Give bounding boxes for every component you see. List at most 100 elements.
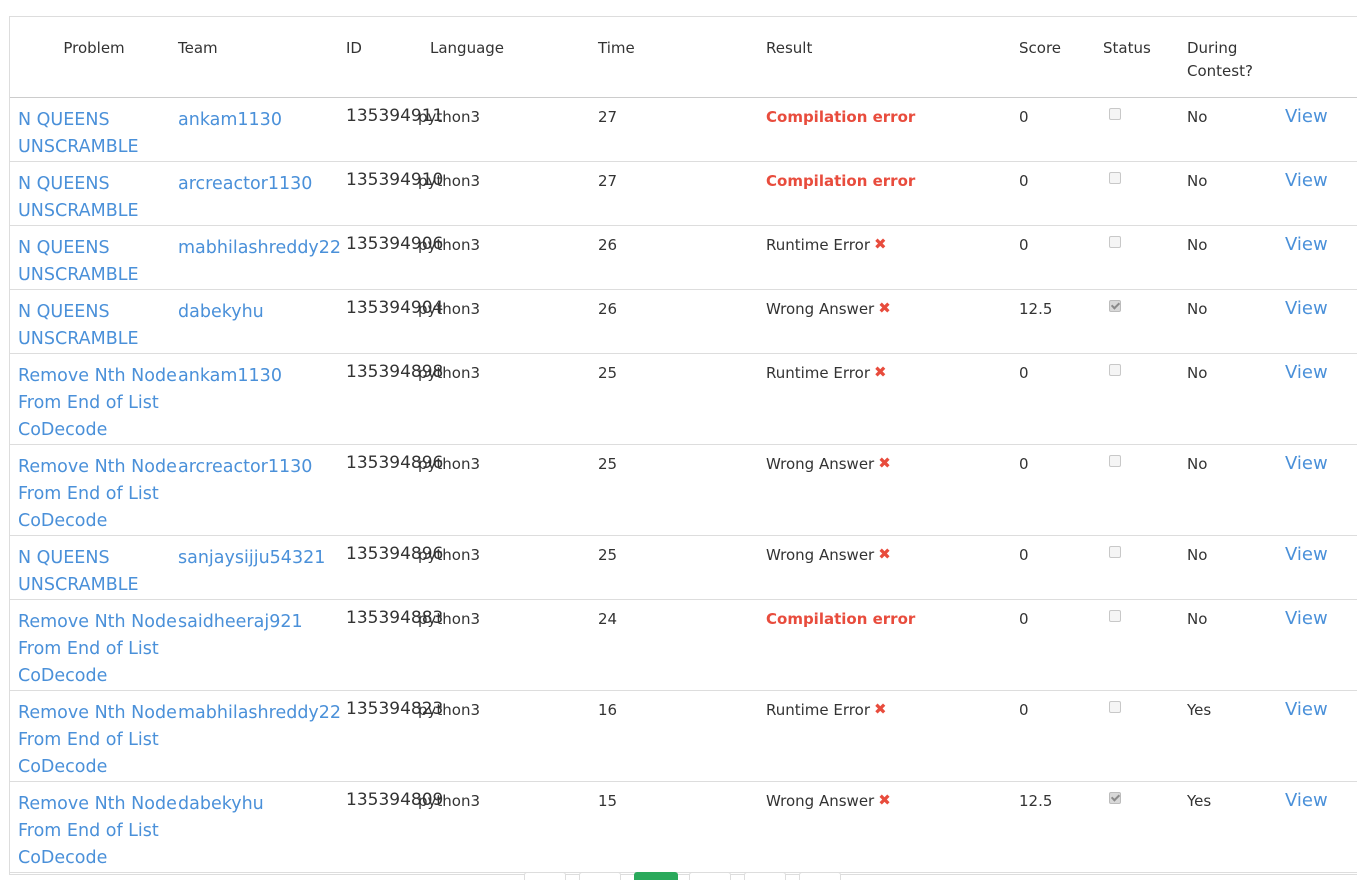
- cell-language: python3: [418, 225, 598, 290]
- pagination-button[interactable]: [579, 872, 621, 880]
- cell-team: mabhilashreddy22: [178, 690, 346, 782]
- pagination-button[interactable]: [744, 872, 786, 880]
- status-checkbox[interactable]: [1109, 171, 1121, 184]
- cell-status: [1103, 690, 1187, 782]
- header-id[interactable]: ID: [346, 17, 430, 98]
- cell-problem: Remove Nth Node From End of List CoDecod…: [10, 690, 178, 782]
- team-link[interactable]: sanjaysijju54321: [178, 548, 325, 568]
- view-link[interactable]: View: [1285, 170, 1328, 191]
- table-row: N QUEENS UNSCRAMBLE dabekyhu 135394904 p…: [10, 289, 1357, 354]
- team-link[interactable]: arcreactor1130: [178, 457, 312, 477]
- cell-result: Compilation error: [766, 97, 1019, 162]
- header-time[interactable]: Time: [598, 17, 766, 98]
- status-checkbox[interactable]: [1109, 700, 1121, 713]
- cell-time: 24: [598, 599, 766, 691]
- team-link[interactable]: mabhilashreddy22: [178, 703, 341, 723]
- team-link[interactable]: ankam1130: [178, 110, 282, 130]
- view-link[interactable]: View: [1285, 362, 1328, 383]
- cross-icon: ✖: [873, 699, 887, 718]
- header-score[interactable]: Score: [1019, 17, 1103, 98]
- cell-problem: N QUEENS UNSCRAMBLE: [10, 289, 178, 354]
- during-contest-text: No: [1187, 107, 1208, 126]
- view-link[interactable]: View: [1285, 453, 1328, 474]
- pagination-button-active[interactable]: [634, 872, 678, 880]
- problem-link[interactable]: N QUEENS UNSCRAMBLE: [18, 110, 139, 157]
- table-row: N QUEENS UNSCRAMBLE sanjaysijju54321 135…: [10, 535, 1357, 600]
- view-link[interactable]: View: [1285, 790, 1328, 811]
- view-link[interactable]: View: [1285, 106, 1328, 127]
- team-link[interactable]: arcreactor1130: [178, 174, 312, 194]
- cell-score: 0: [1019, 161, 1103, 226]
- cell-during-contest: No: [1187, 289, 1285, 354]
- header-result[interactable]: Result: [766, 17, 1019, 98]
- team-link[interactable]: saidheeraj921: [178, 612, 303, 632]
- result-text: Wrong Answer: [766, 299, 875, 318]
- header-problem[interactable]: Problem: [10, 17, 178, 98]
- header-language[interactable]: Language: [430, 17, 598, 98]
- cell-team: ankam1130: [178, 353, 346, 445]
- cell-score: 0: [1019, 444, 1103, 536]
- team-link[interactable]: dabekyhu: [178, 794, 264, 814]
- cell-time: 25: [598, 444, 766, 536]
- view-link[interactable]: View: [1285, 234, 1328, 255]
- cell-score: 12.5: [1019, 781, 1103, 873]
- result-text: Compilation error: [766, 609, 916, 628]
- cell-status: [1103, 289, 1187, 354]
- cell-time: 25: [598, 353, 766, 445]
- problem-link[interactable]: Remove Nth Node From End of List CoDecod…: [18, 612, 177, 686]
- team-link[interactable]: dabekyhu: [178, 302, 264, 322]
- pagination-button[interactable]: [689, 872, 731, 880]
- table-body: N QUEENS UNSCRAMBLE ankam1130 135394911 …: [10, 97, 1357, 873]
- problem-link[interactable]: Remove Nth Node From End of List CoDecod…: [18, 366, 177, 440]
- cell-status: [1103, 225, 1187, 290]
- status-checkbox[interactable]: [1109, 107, 1121, 120]
- pagination: [0, 872, 1357, 880]
- cell-language: python3: [418, 444, 598, 536]
- problem-link[interactable]: Remove Nth Node From End of List CoDecod…: [18, 794, 177, 868]
- cell-during-contest: No: [1187, 353, 1285, 445]
- status-checkbox[interactable]: [1109, 791, 1121, 804]
- status-checkbox[interactable]: [1109, 235, 1121, 248]
- pagination-button[interactable]: [524, 872, 566, 880]
- cell-team: mabhilashreddy22: [178, 225, 346, 290]
- view-link[interactable]: View: [1285, 544, 1328, 565]
- cell-problem: N QUEENS UNSCRAMBLE: [10, 225, 178, 290]
- team-link[interactable]: ankam1130: [178, 366, 282, 386]
- cell-id: 135394910: [346, 161, 443, 226]
- table-row: Remove Nth Node From End of List CoDecod…: [10, 690, 1357, 782]
- cell-score: 0: [1019, 535, 1103, 600]
- header-team[interactable]: Team: [178, 17, 346, 98]
- problem-link[interactable]: Remove Nth Node From End of List CoDecod…: [18, 457, 177, 531]
- result-text: Wrong Answer: [766, 454, 875, 473]
- status-checkbox[interactable]: [1109, 545, 1121, 558]
- score-text: 0: [1019, 107, 1029, 126]
- time-text: 25: [598, 545, 618, 564]
- cell-status: [1103, 535, 1187, 600]
- view-link[interactable]: View: [1285, 699, 1328, 720]
- problem-link[interactable]: Remove Nth Node From End of List CoDecod…: [18, 703, 177, 777]
- status-checkbox[interactable]: [1109, 609, 1121, 622]
- pagination-button[interactable]: [799, 872, 841, 880]
- cell-time: 15: [598, 781, 766, 873]
- problem-link[interactable]: N QUEENS UNSCRAMBLE: [18, 238, 139, 285]
- language-text: python3: [418, 299, 481, 318]
- problem-link[interactable]: N QUEENS UNSCRAMBLE: [18, 548, 139, 595]
- header-status[interactable]: Status: [1103, 17, 1187, 98]
- cell-team: dabekyhu: [178, 781, 346, 873]
- team-link[interactable]: mabhilashreddy22: [178, 238, 341, 258]
- status-checkbox[interactable]: [1109, 299, 1121, 312]
- result-text: Runtime Error: [766, 700, 870, 719]
- cell-during-contest: Yes: [1187, 690, 1285, 782]
- view-link[interactable]: View: [1285, 608, 1328, 629]
- result-text: Runtime Error: [766, 363, 870, 382]
- problem-link[interactable]: N QUEENS UNSCRAMBLE: [18, 174, 139, 221]
- header-actions: [1285, 17, 1357, 98]
- view-link[interactable]: View: [1285, 298, 1328, 319]
- problem-link[interactable]: N QUEENS UNSCRAMBLE: [18, 302, 139, 349]
- cell-during-contest: No: [1187, 225, 1285, 290]
- header-during-contest[interactable]: During Contest?: [1187, 17, 1285, 98]
- cell-score: 0: [1019, 97, 1103, 162]
- cell-result: Compilation error: [766, 599, 1019, 691]
- status-checkbox[interactable]: [1109, 454, 1121, 467]
- status-checkbox[interactable]: [1109, 363, 1121, 376]
